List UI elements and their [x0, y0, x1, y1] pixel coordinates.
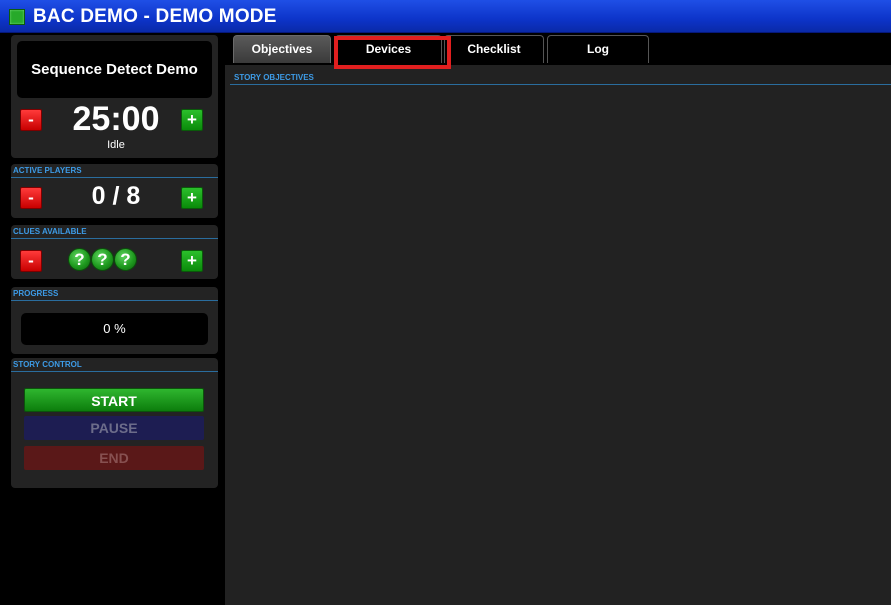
- main-content: Objectives Devices Checklist Log STORY O…: [225, 33, 891, 605]
- divider: [11, 371, 218, 372]
- clue-icon: ?: [68, 248, 91, 271]
- divider: [230, 84, 891, 85]
- progress-panel: PROGRESS 0 %: [11, 287, 218, 354]
- clues-panel: CLUES AVAILABLE - ? ? ? +: [11, 225, 218, 279]
- title-bar: BAC DEMO - DEMO MODE: [0, 0, 891, 33]
- timer-decrease-button[interactable]: -: [20, 109, 42, 131]
- pause-button[interactable]: PAUSE: [24, 416, 204, 440]
- divider: [11, 238, 218, 239]
- left-sidebar: Sequence Detect Demo - 25:00 + Idle ACTI…: [6, 33, 225, 605]
- divider: [11, 177, 218, 178]
- story-objectives-label: STORY OBJECTIVES: [234, 73, 314, 82]
- status-indicator-icon: [9, 9, 25, 25]
- story-name: Sequence Detect Demo: [17, 41, 212, 98]
- active-players-label: ACTIVE PLAYERS: [13, 166, 82, 175]
- story-control-panel: STORY CONTROL START PAUSE END: [11, 358, 218, 488]
- start-button[interactable]: START: [24, 388, 204, 412]
- progress-value: 0 %: [21, 313, 208, 345]
- timer-display: 25:00: [72, 100, 160, 138]
- story-status: Idle: [107, 139, 125, 151]
- tab-bar: Objectives Devices Checklist Log: [225, 33, 891, 69]
- active-players-panel: ACTIVE PLAYERS - 0 / 8 +: [11, 164, 218, 218]
- tab-devices[interactable]: Devices: [335, 35, 442, 63]
- tab-objectives[interactable]: Objectives: [233, 35, 331, 63]
- players-decrease-button[interactable]: -: [20, 187, 42, 209]
- clue-icon: ?: [91, 248, 114, 271]
- players-count: 0 / 8: [91, 182, 141, 210]
- window-title: BAC DEMO - DEMO MODE: [33, 6, 277, 27]
- clue-icon: ?: [114, 248, 137, 271]
- story-control-label: STORY CONTROL: [13, 360, 82, 369]
- clues-increase-button[interactable]: +: [181, 250, 203, 272]
- clues-label: CLUES AVAILABLE: [13, 227, 87, 236]
- end-button[interactable]: END: [24, 446, 204, 470]
- progress-label: PROGRESS: [13, 289, 59, 298]
- timer-increase-button[interactable]: +: [181, 109, 203, 131]
- tab-checklist[interactable]: Checklist: [444, 35, 544, 63]
- story-panel: Sequence Detect Demo - 25:00 + Idle: [11, 35, 218, 158]
- players-increase-button[interactable]: +: [181, 187, 203, 209]
- divider: [11, 300, 218, 301]
- clues-decrease-button[interactable]: -: [20, 250, 42, 272]
- tab-log[interactable]: Log: [547, 35, 649, 63]
